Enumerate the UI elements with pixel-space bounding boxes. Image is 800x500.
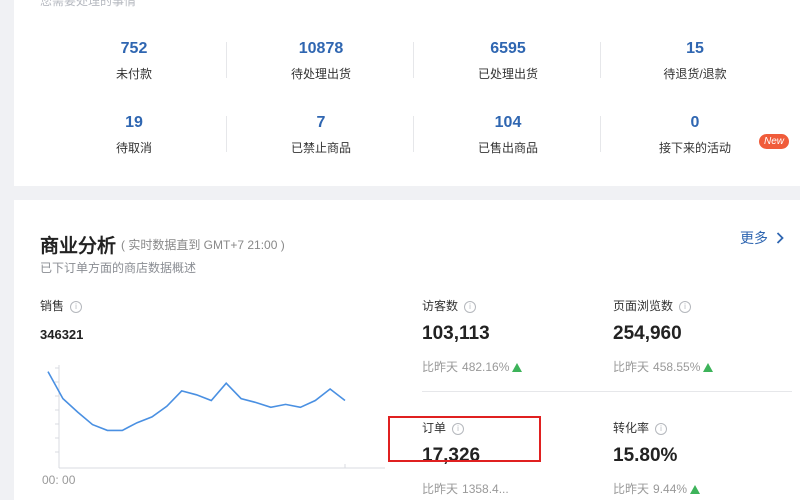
todo-unpaid[interactable]: 752 未付款 xyxy=(40,40,228,81)
todo-shipped[interactable]: 6595 已处理出货 xyxy=(414,40,602,81)
arrow-up-icon xyxy=(690,485,701,494)
metric-divider xyxy=(422,391,792,392)
section-description: 已下订单方面的商店数据概述 xyxy=(40,261,197,275)
todo-count: 0 xyxy=(690,114,700,131)
sales-label: 销售 i xyxy=(40,297,83,314)
todo-count: 6595 xyxy=(490,40,526,57)
metric-conversion-rate[interactable]: 转化率 i 15.80% 比昨天 9.44% xyxy=(613,419,701,497)
metric-label-text: 页面浏览数 xyxy=(613,299,674,313)
sales-series-line xyxy=(47,371,346,432)
todo-label: 已处理出货 xyxy=(477,67,538,81)
compare-text: 比昨天 xyxy=(613,360,650,374)
compare-pct: 9.44% xyxy=(653,482,688,496)
todo-label: 已禁止商品 xyxy=(290,141,351,155)
compare-text: 比昨天 xyxy=(422,482,459,496)
todo-card: 您需要处理的事情 752 未付款 10878 待处理出货 6595 已处理出货 … xyxy=(14,0,800,186)
sales-value: 346321 xyxy=(40,327,84,342)
todo-sold-products[interactable]: 104 已售出商品 xyxy=(414,114,602,155)
info-icon[interactable]: i xyxy=(655,422,668,435)
todo-return-refund[interactable]: 15 待退货/退款 xyxy=(601,40,789,81)
compare-pct: 458.55% xyxy=(653,360,701,374)
compare-text: 比昨天 xyxy=(422,360,459,374)
todo-count: 15 xyxy=(686,40,704,57)
sales-label-text: 销售 xyxy=(40,299,65,313)
todo-upcoming-events[interactable]: 0 接下来的活动 xyxy=(601,114,789,155)
highlight-box-orders xyxy=(388,416,541,462)
info-icon[interactable]: i xyxy=(679,300,692,313)
metric-label: 访客数 i xyxy=(422,297,522,314)
arrow-up-icon xyxy=(703,363,714,372)
metric-value: 254,960 xyxy=(613,323,682,344)
info-icon[interactable]: i xyxy=(464,300,477,313)
metric-value: 103,113 xyxy=(422,323,490,344)
todo-hint: 您需要处理的事情 xyxy=(40,0,137,8)
todo-banned-products[interactable]: 7 已禁止商品 xyxy=(227,114,415,155)
metric-compare: 比昨天 1358.4... xyxy=(422,480,509,497)
chevron-right-icon xyxy=(776,232,784,244)
metric-label: 页面浏览数 i xyxy=(613,297,713,314)
todo-cancel[interactable]: 19 待取消 xyxy=(40,114,228,155)
sales-line-chart xyxy=(47,365,385,469)
metric-label-text: 访客数 xyxy=(422,299,459,313)
metric-compare: 比昨天 482.16% xyxy=(422,358,523,375)
new-badge: New xyxy=(759,134,790,149)
todo-count: 104 xyxy=(494,114,522,131)
arrow-up-icon xyxy=(512,363,523,372)
metric-page-views[interactable]: 页面浏览数 i 254,960 比昨天 458.55% xyxy=(613,297,714,375)
todo-label: 待处理出货 xyxy=(290,67,351,81)
section-title: 商业分析 xyxy=(40,236,117,257)
more-label: 更多 xyxy=(740,230,768,246)
metric-value: 15.80% xyxy=(613,445,678,466)
todo-label: 待退货/退款 xyxy=(663,67,727,81)
metric-label: 转化率 i xyxy=(613,419,700,436)
info-icon[interactable]: i xyxy=(70,300,83,313)
compare-text: 比昨天 xyxy=(613,482,650,496)
todo-count: 10878 xyxy=(298,40,344,57)
metric-compare: 比昨天 458.55% xyxy=(613,358,714,375)
compare-pct: 482.16% xyxy=(462,360,510,374)
todo-label: 已售出商品 xyxy=(477,141,538,155)
more-link[interactable]: 更多 xyxy=(740,228,784,248)
compare-pct: 1358.4... xyxy=(462,482,509,496)
todo-to-ship[interactable]: 10878 待处理出货 xyxy=(227,40,415,81)
todo-label: 待取消 xyxy=(115,141,152,155)
metric-label-text: 转化率 xyxy=(613,421,650,435)
todo-label: 未付款 xyxy=(115,67,152,81)
metric-compare: 比昨天 9.44% xyxy=(613,480,701,497)
todo-count: 7 xyxy=(316,114,326,131)
todo-count: 19 xyxy=(125,114,143,131)
y-ticks xyxy=(55,367,59,453)
todo-count: 752 xyxy=(120,40,148,57)
metric-visitors[interactable]: 访客数 i 103,113 比昨天 482.16% xyxy=(422,297,523,375)
x-axis-start-label: 00: 00 xyxy=(42,473,76,487)
section-subtitle: ( 实时数据直到 GMT+7 21:00 ) xyxy=(121,238,285,252)
